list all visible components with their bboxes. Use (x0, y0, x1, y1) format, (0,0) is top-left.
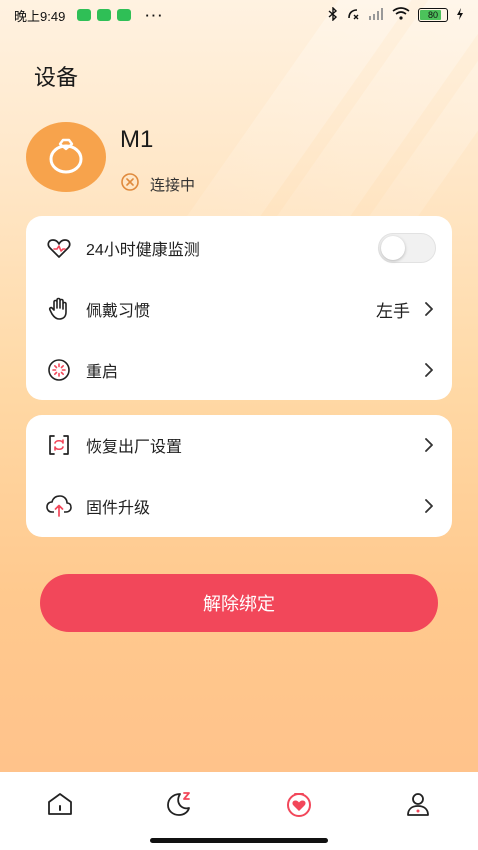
hand-icon (46, 296, 72, 322)
charging-icon (456, 7, 464, 23)
tab-profile[interactable] (398, 790, 438, 822)
wechat-icon (77, 9, 92, 21)
battery-level: 80 (427, 9, 438, 20)
factory-reset-icon (46, 432, 72, 458)
heart-icon (46, 235, 72, 261)
bluetooth-icon (328, 5, 338, 24)
heart-ring-icon (285, 790, 313, 823)
status-left: 晚上9:49 ··· (14, 6, 164, 25)
tab-sleep[interactable] (159, 790, 199, 822)
page-title: 设备 (34, 65, 79, 90)
chevron-right-icon (422, 499, 436, 513)
signal-icon (368, 7, 384, 23)
tab-device[interactable] (279, 790, 319, 822)
status-time: 晚上9:49 (14, 8, 66, 24)
connection-status-text: 连接中 (150, 176, 196, 194)
tab-home[interactable] (40, 790, 80, 822)
connection-status: 连接中 (120, 172, 195, 196)
toggle-knob (381, 236, 405, 260)
more-notifications: ··· (145, 7, 165, 23)
device-avatar (26, 122, 106, 192)
wifi-icon (392, 7, 410, 23)
device-settings-card: 24小时健康监测 佩戴习惯 左手 重启 (26, 216, 452, 400)
home-icon (46, 791, 74, 822)
health-monitor-label: 24小时健康监测 (86, 242, 200, 259)
status-bar: 晚上9:49 ··· 80 (0, 0, 478, 30)
battery-icon: 80 (418, 8, 448, 22)
wearing-habit-row[interactable]: 佩戴习惯 左手 (26, 279, 452, 339)
call-forward-icon (346, 7, 360, 24)
cloud-upload-icon (46, 493, 72, 519)
chevron-right-icon (422, 302, 436, 316)
app-notification-icon (97, 9, 112, 21)
wearing-habit-value: 左手 (376, 301, 410, 321)
app-notification-icon-2 (117, 9, 132, 21)
profile-icon (405, 791, 431, 822)
restart-icon (46, 357, 72, 383)
health-monitor-toggle[interactable] (378, 233, 436, 263)
factory-reset-row[interactable]: 恢复出厂设置 (26, 415, 452, 475)
chevron-right-icon (422, 438, 436, 452)
firmware-upgrade-label: 固件升级 (86, 500, 151, 517)
device-name: M1 (120, 126, 154, 153)
system-card: 恢复出厂设置 固件升级 (26, 415, 452, 537)
restart-label: 重启 (86, 364, 119, 381)
disconnect-icon (120, 172, 140, 196)
factory-reset-label: 恢复出厂设置 (86, 439, 183, 456)
wearing-habit-label: 佩戴习惯 (86, 303, 151, 320)
home-indicator (150, 838, 328, 843)
chevron-right-icon (422, 363, 436, 377)
restart-row[interactable]: 重启 (26, 340, 452, 400)
health-monitor-row: 24小时健康监测 (26, 218, 452, 278)
unbind-button[interactable]: 解除绑定 (40, 574, 438, 632)
firmware-upgrade-row[interactable]: 固件升级 (26, 476, 452, 536)
sleep-icon (164, 790, 194, 823)
ring-icon (45, 134, 87, 181)
status-right: 80 (328, 5, 464, 24)
